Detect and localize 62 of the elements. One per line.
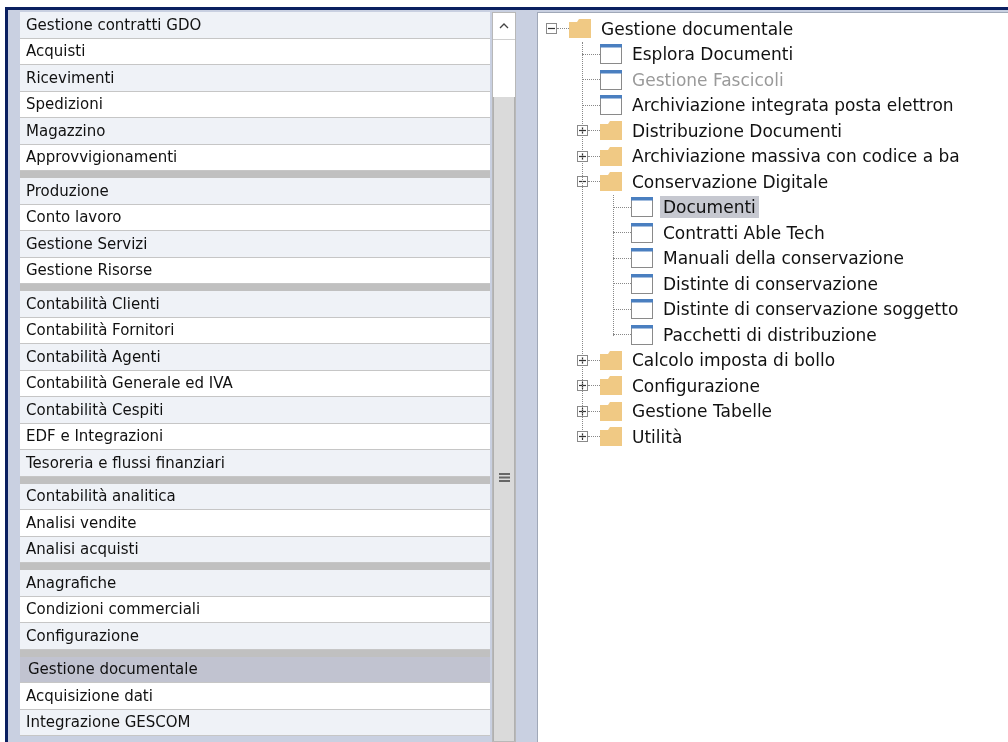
folder-icon [600, 172, 622, 192]
folder-icon [600, 121, 622, 141]
menu-item[interactable]: Contabilità Clienti [20, 291, 490, 318]
menu-item[interactable]: Contabilità Fornitori [20, 317, 490, 344]
menu-item[interactable]: Condizioni commerciali [20, 596, 490, 623]
expand-toggle-icon[interactable] [577, 431, 588, 443]
folder-icon [600, 427, 622, 447]
tree-item[interactable]: Utilità [629, 425, 686, 448]
menu-item[interactable]: Anagrafiche [20, 570, 490, 597]
menu-item[interactable]: Magazzino [20, 118, 490, 145]
expand-toggle-icon[interactable] [577, 125, 588, 137]
menu-item[interactable]: Contabilità Generale ed IVA [20, 370, 490, 397]
menu-item[interactable]: Ricevimenti [20, 65, 490, 92]
tree-item[interactable]: Esplora Documenti [629, 43, 797, 66]
tree-item[interactable]: Calcolo imposta di bollo [629, 349, 839, 372]
scrollbar-thumb[interactable] [493, 97, 515, 741]
expand-toggle-icon[interactable] [577, 405, 588, 417]
menu-item[interactable]: Contabilità analitica [20, 483, 490, 510]
folder-icon [600, 350, 622, 370]
menu-item[interactable]: Contabilità Cespiti [20, 397, 490, 424]
menu-item[interactable]: EDF e Integrazioni [20, 423, 490, 450]
folder-icon [600, 376, 622, 396]
tree-item[interactable]: Archiviazione integrata posta elettron [629, 94, 957, 117]
folder-icon [569, 19, 591, 39]
menu-item[interactable]: Produzione [20, 178, 490, 205]
menu-item[interactable]: Acquisizione dati [20, 683, 490, 710]
menu-item[interactable]: Contabilità Agenti [20, 344, 490, 371]
folder-icon [600, 401, 622, 421]
menu-item[interactable]: Spedizioni [20, 91, 490, 118]
tree-item[interactable]: Conservazione Digitale [629, 170, 832, 193]
menu-item[interactable]: Conto lavoro [20, 204, 490, 231]
expand-toggle-icon[interactable] [577, 354, 588, 366]
tree-item[interactable]: Distinte di conservazione [660, 272, 881, 295]
tree-item[interactable]: Gestione documentale [598, 17, 797, 40]
collapse-toggle-icon[interactable] [577, 176, 588, 188]
expand-toggle-icon[interactable] [577, 150, 588, 162]
expand-toggle-icon[interactable] [577, 380, 588, 392]
tree-item[interactable]: Distinte di conservazione soggetto [660, 298, 962, 321]
folder-icon [600, 146, 622, 166]
menu-item[interactable]: Gestione Risorse [20, 257, 490, 284]
scrollbar[interactable] [492, 12, 516, 742]
tree-item[interactable]: Distribuzione Documenti [629, 119, 846, 142]
tree-item[interactable]: Contratti Able Tech [660, 221, 828, 244]
grip-icon [498, 473, 510, 482]
tree-item[interactable]: Manuali della conservazione [660, 247, 907, 270]
menu-item[interactable]: Gestione Servizi [20, 231, 490, 258]
menu-item[interactable]: Analisi vendite [20, 510, 490, 537]
chevron-up-icon [499, 23, 509, 29]
menu-item[interactable]: Analisi acquisti [20, 536, 490, 563]
tree-item[interactable]: Pacchetti di distribuzione [660, 323, 880, 346]
menu-item[interactable]: Configurazione [20, 623, 490, 650]
menu-item[interactable]: Approvvigionamenti [20, 144, 490, 171]
tree-item[interactable]: Archiviazione massiva con codice a ba [629, 145, 963, 168]
menu-item[interactable]: Acquisti [20, 38, 490, 65]
menu-item[interactable]: Tesoreria e flussi finanziari [20, 450, 490, 477]
tree-item[interactable]: Configurazione [629, 374, 763, 397]
tree-item[interactable]: Gestione Tabelle [629, 400, 776, 423]
collapse-toggle-icon[interactable] [546, 23, 557, 35]
tree-item[interactable]: Documenti [660, 196, 759, 219]
menu-item[interactable]: Gestione documentale [20, 656, 490, 683]
menu-item[interactable]: Gestione contratti GDO [20, 12, 490, 39]
menu-item[interactable]: Integrazione GESCOM [20, 709, 490, 736]
